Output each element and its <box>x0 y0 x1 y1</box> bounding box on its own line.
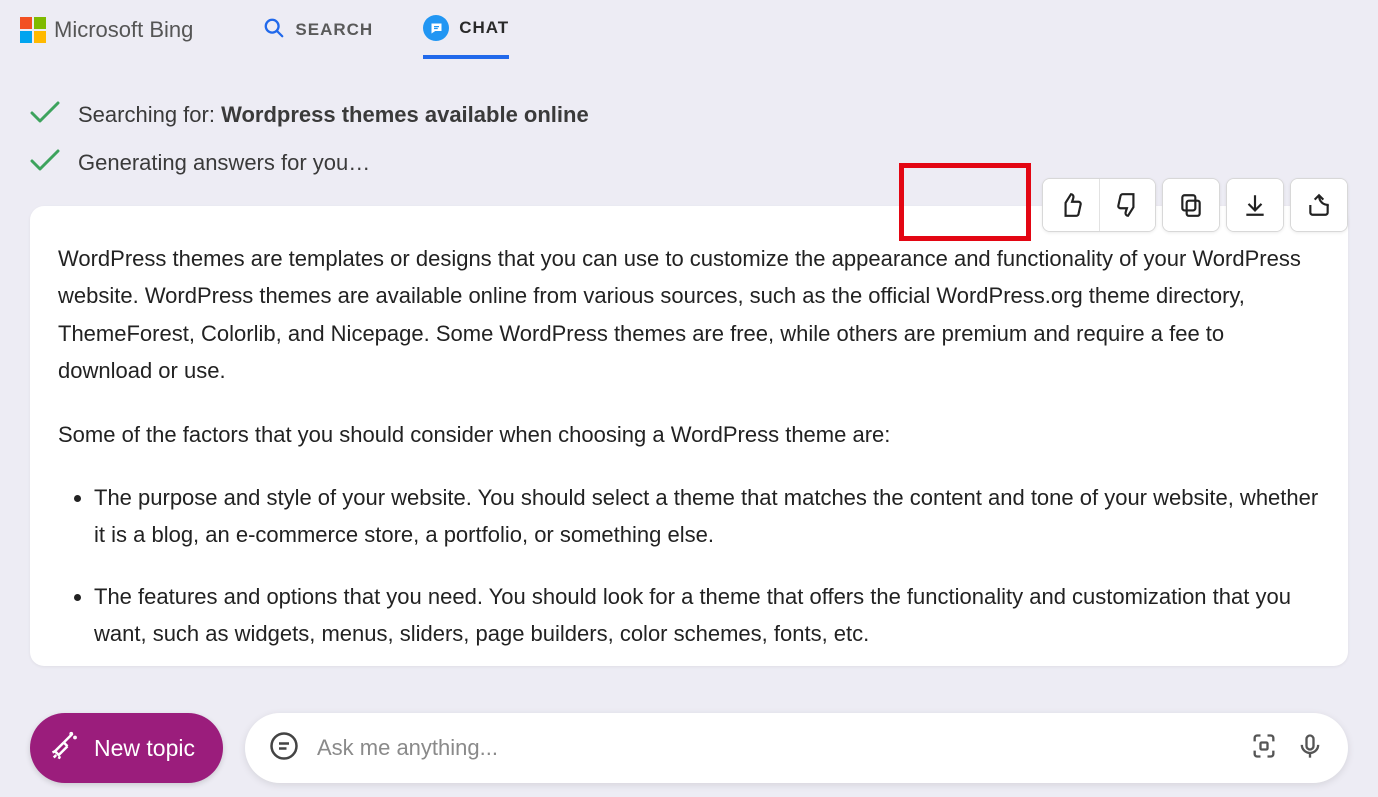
mic-icon <box>1296 732 1324 760</box>
dislike-button[interactable] <box>1099 179 1155 231</box>
check-icon <box>30 100 60 130</box>
status-generating: Generating answers for you… <box>30 148 1348 178</box>
new-topic-button[interactable]: New topic <box>30 713 223 783</box>
microsoft-icon <box>20 17 46 43</box>
thumbs-up-icon <box>1058 192 1084 218</box>
bottom-bar: New topic <box>30 713 1348 783</box>
header: Microsoft Bing SEARCH CHAT <box>0 0 1378 60</box>
status-searching: Searching for: Wordpress themes availabl… <box>30 100 1348 130</box>
check-icon <box>30 148 60 178</box>
response-toolbar <box>1042 178 1348 232</box>
chat-bubble-icon <box>269 731 299 766</box>
nav-search-label: SEARCH <box>295 20 373 40</box>
scan-icon <box>1250 732 1278 760</box>
mic-button[interactable] <box>1296 732 1324 765</box>
top-nav: SEARCH CHAT <box>263 0 509 60</box>
answer-p1: WordPress themes are templates or design… <box>58 240 1320 390</box>
copy-button[interactable] <box>1163 179 1219 231</box>
share-icon <box>1306 192 1332 218</box>
like-button[interactable] <box>1043 179 1099 231</box>
answer-p2: Some of the factors that you should cons… <box>58 416 1320 453</box>
answer-bullet: The purpose and style of your website. Y… <box>94 479 1320 554</box>
nav-search[interactable]: SEARCH <box>263 1 373 59</box>
brand-text: Microsoft Bing <box>54 17 193 43</box>
chat-icon <box>423 15 449 41</box>
share-button[interactable] <box>1291 179 1347 231</box>
nav-chat-label: CHAT <box>459 18 509 38</box>
search-icon <box>263 17 285 44</box>
searching-text: Searching for: Wordpress themes availabl… <box>78 102 589 128</box>
chat-input-pill <box>245 713 1348 783</box>
download-button[interactable] <box>1227 179 1283 231</box>
answer-bullets: The purpose and style of your website. Y… <box>58 479 1320 653</box>
nav-chat[interactable]: CHAT <box>423 1 509 59</box>
brand-logo[interactable]: Microsoft Bing <box>20 17 193 43</box>
download-icon <box>1242 192 1268 218</box>
generating-text: Generating answers for you… <box>78 150 370 176</box>
thumbs-down-icon <box>1115 192 1141 218</box>
chat-input[interactable] <box>317 735 1232 761</box>
new-topic-label: New topic <box>94 735 195 762</box>
answer-card: WordPress themes are templates or design… <box>30 206 1348 666</box>
visual-search-button[interactable] <box>1250 732 1278 765</box>
copy-icon <box>1178 192 1204 218</box>
answer-bullet: The features and options that you need. … <box>94 578 1320 653</box>
broom-icon <box>50 730 80 766</box>
